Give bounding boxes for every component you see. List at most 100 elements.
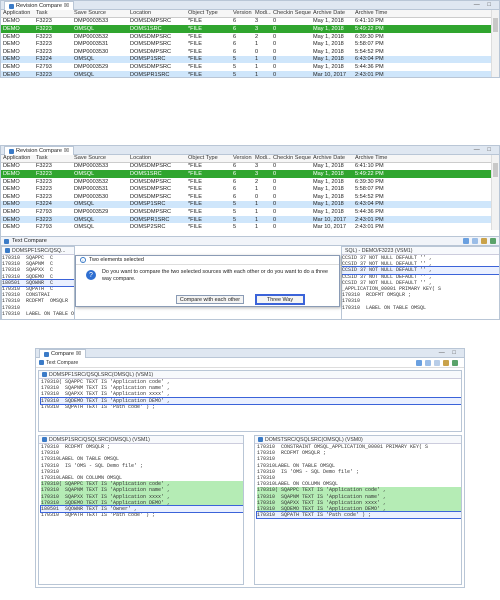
left-compare-pane[interactable]: DOMSPF1SRC/QSQ... 170310 SQAPPC C 170310 … [1, 246, 75, 319]
compare-icon [44, 351, 49, 357]
table-cell: F3223 [36, 186, 52, 193]
column-header[interactable]: Modi... [253, 155, 271, 161]
table-cell: 6 [233, 48, 237, 55]
right-source-pane[interactable]: DOMSTSRC/QSQLSRC(OMSQL) (VSM0) 170310 CO… [254, 435, 462, 585]
table-cell: DOMSPR1SRC [130, 216, 170, 223]
tab-compare[interactable]: Compare ☒ [39, 349, 87, 358]
left-source-code: 170310 RCDFMT OMSQLR ; 170310 170310LABEL … [39, 444, 243, 518]
table-cell: *FILE [188, 163, 202, 170]
table-cell: 0 [273, 170, 277, 177]
column-header[interactable]: Task [34, 10, 72, 16]
column-header[interactable]: Application [1, 155, 34, 161]
previous-difference-icon[interactable] [425, 359, 431, 366]
close-tab-icon[interactable]: ☒ [64, 3, 69, 9]
table-cell: 5 [233, 208, 237, 215]
column-header[interactable]: Modi... [253, 10, 271, 16]
table-row[interactable]: DEMO F3223 OMSQL DOMSPR1SRC *FILE 5 1 0 Mar 10, … [1, 70, 491, 78]
table-cell: 0 [273, 193, 277, 200]
table-cell: 1 [255, 224, 259, 231]
table-cell: DEMO [3, 71, 20, 78]
left-source-pane[interactable]: DOMSP1SRC/QSQLSRC(OMSQL) (VSM1) 170310 R… [38, 435, 244, 585]
table-cell: OMSQL [74, 201, 95, 208]
table-row[interactable]: DEMO F3223 DMP0003530 DOMSDMPSRC *FILE 6 0 0 May… [1, 48, 491, 56]
table-row[interactable]: DEMO F3223 DMP0003531 DOMSDMPSRC *FILE 6 1 0 May… [1, 40, 491, 48]
table-cell: DMP0003533 [74, 163, 109, 170]
copy-right-icon[interactable] [452, 359, 458, 366]
table-row[interactable]: DEMO F3223 DMP0003532 DOMSDMPSRC *FILE 6 2 0 May… [1, 178, 491, 186]
inner-tab-label[interactable]: Text Compare [46, 360, 78, 366]
tab-revision-compare-1[interactable]: Revision Compare ☒ [4, 1, 75, 10]
table-cell: 6 [233, 193, 237, 200]
column-header[interactable]: Archive Date [311, 155, 353, 161]
column-header[interactable]: Location [128, 155, 186, 161]
table-cell: 5 [233, 201, 237, 208]
copy-icon[interactable] [481, 238, 487, 244]
close-tab-icon[interactable]: ☒ [64, 148, 69, 154]
table-cell: DMP0003531 [74, 186, 109, 193]
table-cell: 5 [233, 216, 237, 223]
code-line: 170310 LABEL ON TABLE OMSQL [2, 310, 75, 317]
table-cell: May 1, 2018 [313, 63, 344, 70]
table-row[interactable]: DEMO F3223 OMSQL DOMS1SRC *FILE 6 3 0 May 1, 201… [1, 25, 491, 33]
column-header[interactable]: Location [128, 10, 186, 16]
column-header[interactable]: Application [1, 10, 34, 16]
table-cell: 3 [255, 170, 259, 177]
copy-left-icon[interactable] [443, 359, 449, 366]
three-way-button[interactable]: Three Way [255, 294, 305, 305]
vertical-scrollbar-1[interactable] [491, 10, 499, 77]
text-compare-tab-label[interactable]: Text Compare [12, 238, 47, 244]
next-difference-icon[interactable] [463, 238, 469, 244]
right-compare-pane[interactable]: SQL) - DEMO/F3223 (VSM1) CCSID 37 NOT NU… [341, 246, 499, 319]
table-cell: OMSQL [74, 25, 95, 32]
table-row[interactable]: DEMO F3223 OMSQL DOMS1SRC *FILE 6 3 0 May 1, 201… [1, 170, 491, 178]
table-cell: 6:39:30 PM [355, 33, 384, 40]
table-cell: F3224 [36, 56, 52, 63]
table-cell: May 1, 2018 [313, 48, 344, 55]
table-row[interactable]: DEMO F3223 DMP0003533 DOMSDMPSRC *FILE 6 3 0 May… [1, 18, 491, 26]
table-row[interactable]: DEMO F3223 DMP0003532 DOMSDMPSRC *FILE 6 2 0 May… [1, 33, 491, 41]
column-header[interactable]: Checkin Seque... [271, 155, 311, 161]
column-header[interactable]: Archive Date [311, 10, 353, 16]
table-row[interactable]: DEMO F3224 OMSQL DOMSP1SRC *FILE 5 1 0 May 1, 20… [1, 55, 491, 64]
table-cell: May 1, 2018 [313, 178, 344, 185]
table-cell: OMSQL [74, 71, 95, 78]
table-row[interactable]: DEMO F2793 DMP0003529 DOMSDMPSRC *FILE 5 1 0 May… [1, 63, 491, 71]
table-row[interactable]: DEMO F3223 DMP0003531 DOMSDMPSRC *FILE 6 1 0 May… [1, 185, 491, 193]
column-header[interactable]: Save Source [72, 10, 128, 16]
table-row[interactable]: DEMO F3223 DMP0003530 DOMSDMPSRC *FILE 6 0 0 May… [1, 193, 491, 201]
column-header[interactable]: Object Type [186, 10, 231, 16]
previous-difference-icon[interactable] [472, 238, 478, 244]
table-cell: DEMO [3, 186, 20, 193]
table-row[interactable]: DEMO F2793 OMSQL DOMSP2SRC *FILE 5 1 0 Mar 10, 2… [1, 223, 491, 231]
vertical-scrollbar-2[interactable] [491, 155, 499, 230]
column-header[interactable]: Version [231, 10, 253, 16]
table-cell: DEMO [3, 201, 20, 208]
table-row[interactable]: DEMO F2793 DMP0003529 DOMSDMPSRC *FILE 5 1 0 May… [1, 208, 491, 216]
column-header[interactable]: Task [34, 155, 72, 161]
column-header[interactable]: Object Type [186, 155, 231, 161]
column-header[interactable]: Checkin Seque... [271, 10, 311, 16]
column-header[interactable]: Version [231, 155, 253, 161]
tab-revision-compare-2[interactable]: Revision Compare ☒ [4, 146, 75, 155]
table-row[interactable]: DEMO F3224 OMSQL DOMSP1SRC *FILE 5 1 0 May 1, 20… [1, 200, 491, 209]
merge-icon[interactable] [490, 238, 496, 244]
table-cell: 6 [233, 18, 237, 25]
compare-dialog: i Two elements selected ? Do you want to… [75, 255, 340, 307]
compare-with-each-other-button[interactable]: Compare with each other [176, 295, 244, 304]
column-header[interactable]: Archive Time [353, 10, 393, 16]
table-row[interactable]: DEMO F3223 OMSQL DOMSPR1SRC *FILE 5 1 0 Mar 10, … [1, 215, 491, 224]
window-controls-icon[interactable]: — □ [439, 350, 461, 356]
ancestor-pane[interactable]: DOMSPF1SRC/QSQLSRC(OMSQL) (VSM1) 170310(… [38, 370, 462, 432]
column-header[interactable]: Archive Time [353, 155, 393, 161]
table-cell: DEMO [3, 18, 20, 25]
ignore-whitespace-icon[interactable] [434, 359, 440, 366]
table-cell: *FILE [188, 56, 202, 63]
window-controls-icon[interactable]: — □ [474, 2, 496, 8]
table-cell: May 1, 2018 [313, 33, 344, 40]
window-controls-icon[interactable]: — □ [474, 147, 496, 153]
next-difference-icon[interactable] [416, 359, 422, 366]
code-line: 170310 LABEL ON TABLE OMSQL [342, 304, 427, 311]
table-cell: 1 [255, 208, 259, 215]
table-row[interactable]: DEMO F3223 DMP0003533 DOMSDMPSRC *FILE 6 3 0 May… [1, 163, 491, 171]
column-header[interactable]: Save Source [72, 155, 128, 161]
